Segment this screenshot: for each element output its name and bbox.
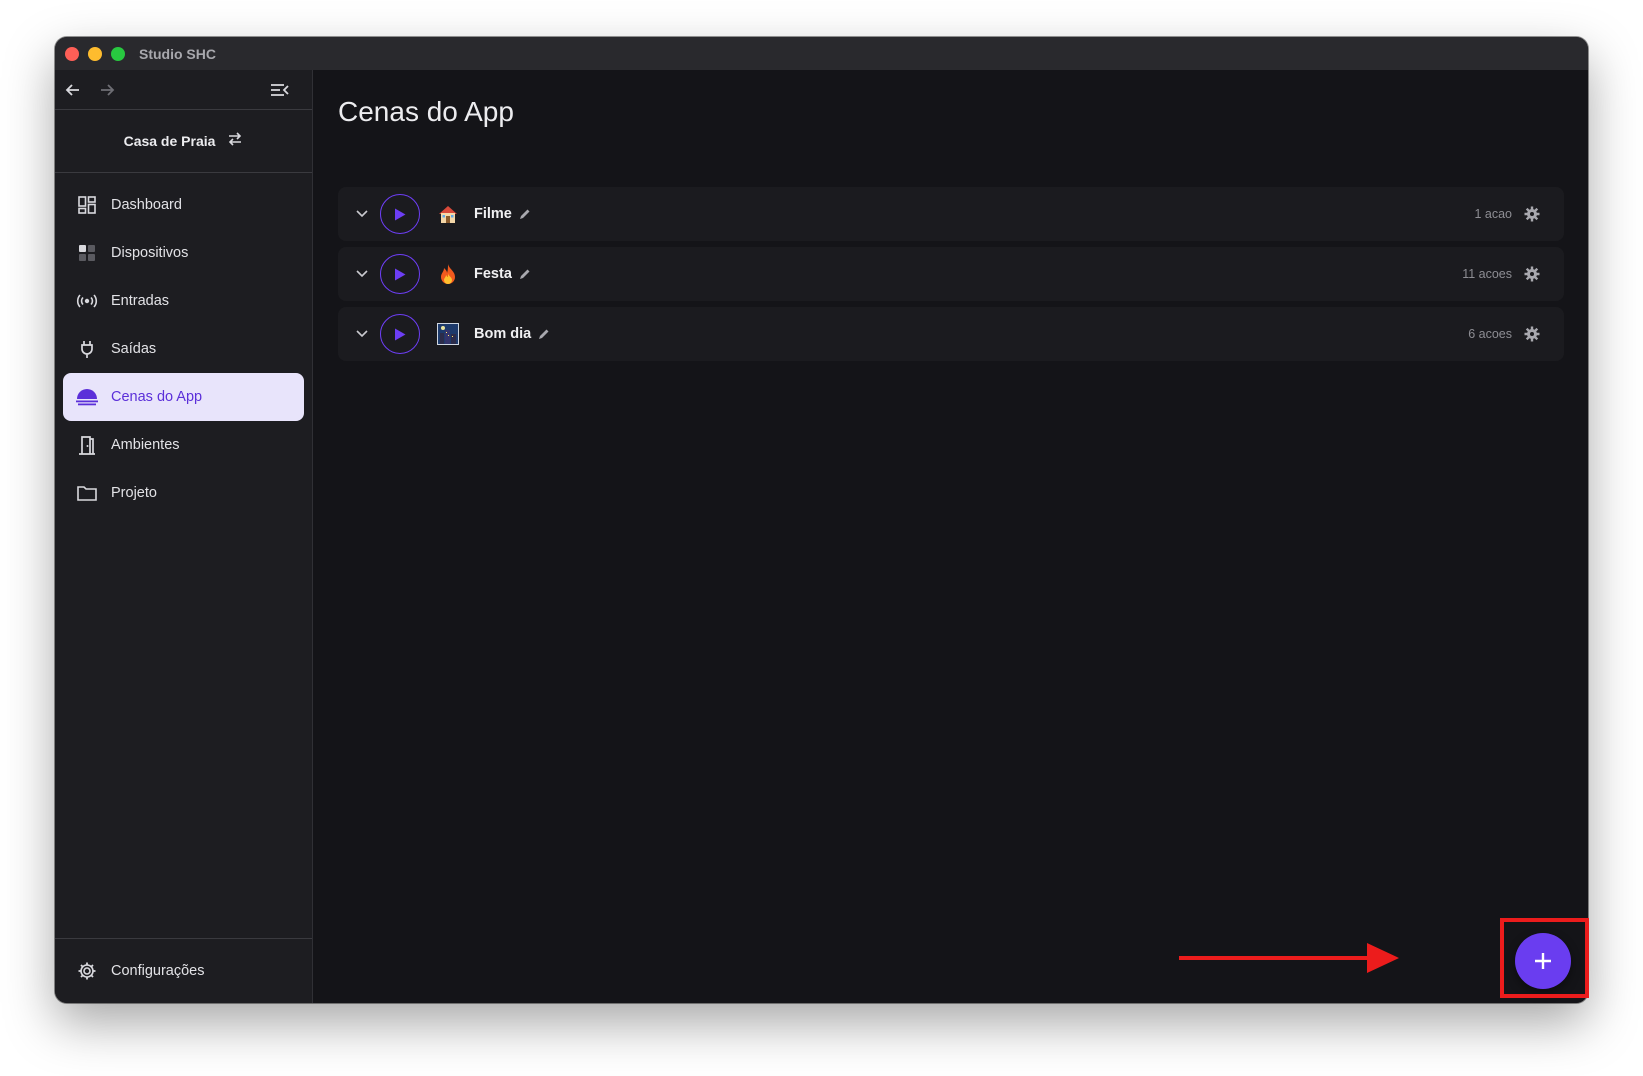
night-city-emoji-icon xyxy=(436,322,460,346)
annotation-arrow-head xyxy=(1367,943,1399,973)
site-selector[interactable]: Casa de Praia xyxy=(55,110,312,173)
edit-pencil-icon[interactable] xyxy=(519,208,531,220)
radio-signal-icon xyxy=(63,293,111,309)
devices-icon xyxy=(63,244,111,262)
forward-arrow-icon[interactable] xyxy=(94,77,120,103)
main-content: Cenas do App Filme 1 acao Festa 11 acoes… xyxy=(314,70,1588,1003)
sidebar-item-entradas[interactable]: Entradas xyxy=(63,277,304,325)
cloud-icon xyxy=(63,388,111,406)
sidebar-nav: Dashboard Dispositivos Entradas Saídas C… xyxy=(55,173,312,517)
play-scene-button[interactable] xyxy=(380,314,420,354)
fire-emoji-icon xyxy=(436,262,460,286)
scene-row: Festa 11 acoes xyxy=(338,247,1564,301)
sidebar-item-label: Cenas do App xyxy=(111,389,203,405)
sidebar-item-configuracoes[interactable]: Configurações xyxy=(63,947,304,995)
plug-icon xyxy=(63,340,111,359)
back-arrow-icon[interactable] xyxy=(60,77,86,103)
sidebar-item-label: Ambientes xyxy=(111,437,180,453)
sidebar-item-dashboard[interactable]: Dashboard xyxy=(63,181,304,229)
scene-row: Bom dia 6 acoes xyxy=(338,307,1564,361)
app-window: Studio SHC Casa de Praia Dashboard Dispo… xyxy=(55,37,1588,1003)
sidebar-item-label: Dashboard xyxy=(111,197,182,213)
scene-name: Festa xyxy=(474,266,512,282)
annotation-highlight-box xyxy=(1500,918,1589,998)
sidebar-item-cenas-do-app[interactable]: Cenas do App xyxy=(63,373,304,421)
gear-icon[interactable] xyxy=(1522,204,1542,224)
collapse-menu-icon[interactable] xyxy=(267,77,293,103)
chevron-down-icon[interactable] xyxy=(352,204,372,224)
sidebar-item-saidas[interactable]: Saídas xyxy=(63,325,304,373)
scene-list: Filme 1 acao Festa 11 acoes Bom dia 6 ac… xyxy=(338,187,1564,367)
sidebar-item-label: Configurações xyxy=(111,963,205,979)
scene-name: Filme xyxy=(474,206,512,222)
sidebar-item-dispositivos[interactable]: Dispositivos xyxy=(63,229,304,277)
action-count: 6 acoes xyxy=(1468,327,1512,341)
house-emoji-icon xyxy=(436,202,460,226)
edit-pencil-icon[interactable] xyxy=(519,268,531,280)
action-count: 1 acao xyxy=(1474,207,1512,221)
play-scene-button[interactable] xyxy=(380,194,420,234)
scene-row: Filme 1 acao xyxy=(338,187,1564,241)
chevron-down-icon[interactable] xyxy=(352,264,372,284)
page-title: Cenas do App xyxy=(338,96,514,127)
sidebar-item-label: Dispositivos xyxy=(111,245,189,261)
sidebar-item-ambientes[interactable]: Ambientes xyxy=(63,421,304,469)
site-name: Casa de Praia xyxy=(123,133,216,149)
door-icon xyxy=(63,435,111,455)
swap-icon xyxy=(227,131,243,151)
folder-icon xyxy=(63,485,111,501)
chevron-down-icon[interactable] xyxy=(352,324,372,344)
sidebar: Casa de Praia Dashboard Dispositivos Ent… xyxy=(55,70,313,1003)
maximize-window-button[interactable] xyxy=(111,46,125,61)
annotation-arrow xyxy=(1179,956,1369,960)
edit-pencil-icon[interactable] xyxy=(538,328,550,340)
window-title: Studio SHC xyxy=(139,45,216,62)
gear-icon[interactable] xyxy=(1522,264,1542,284)
dashboard-icon xyxy=(63,196,111,214)
sidebar-item-label: Saídas xyxy=(111,341,157,357)
play-scene-button[interactable] xyxy=(380,254,420,294)
scene-name: Bom dia xyxy=(474,326,532,342)
action-count: 11 acoes xyxy=(1462,267,1512,281)
gear-icon[interactable] xyxy=(1522,324,1542,344)
gear-icon xyxy=(63,961,111,981)
sidebar-item-label: Projeto xyxy=(111,485,157,501)
minimize-window-button[interactable] xyxy=(88,46,102,61)
sidebar-item-label: Entradas xyxy=(111,293,170,309)
sidebar-item-projeto[interactable]: Projeto xyxy=(63,469,304,517)
close-window-button[interactable] xyxy=(65,46,79,61)
title-bar: Studio SHC xyxy=(55,37,1588,70)
